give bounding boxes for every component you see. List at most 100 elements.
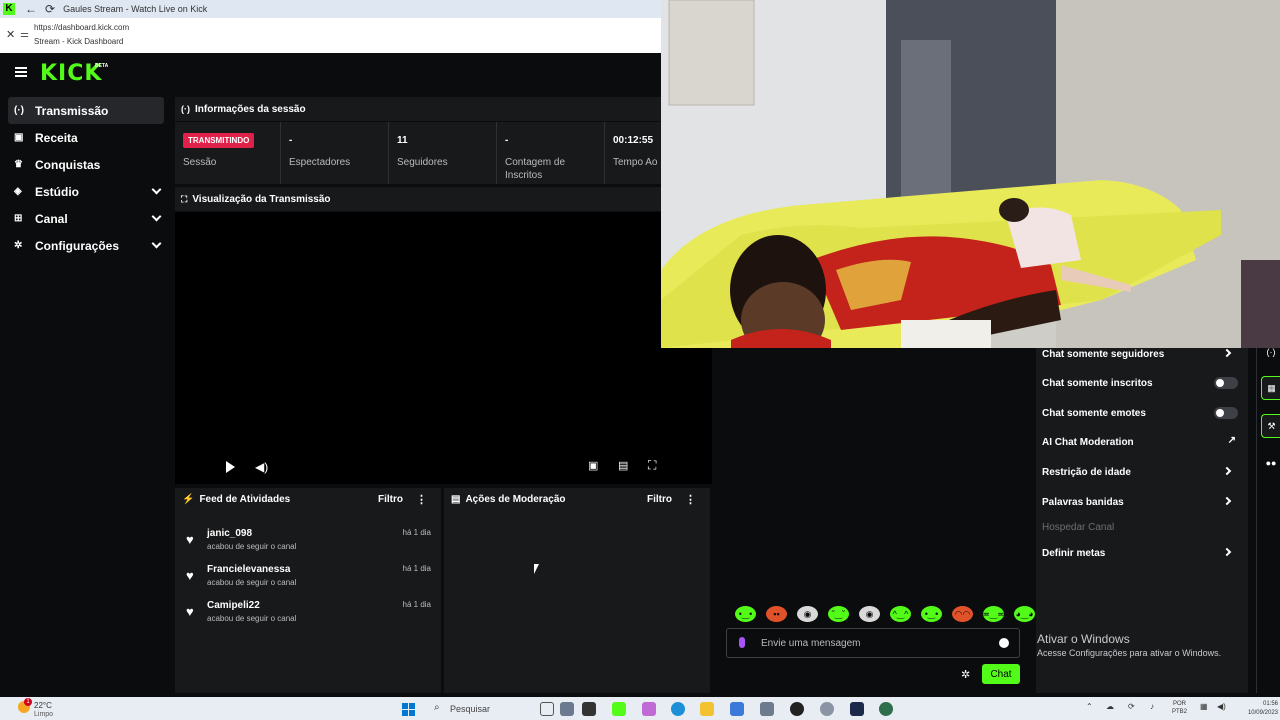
chat-settings-gear-icon[interactable]: ✲ (961, 668, 970, 681)
game-launcher-icon[interactable] (879, 702, 893, 716)
chevron-right-icon[interactable] (1222, 466, 1232, 476)
external-link-icon[interactable]: ↗ (1228, 435, 1236, 446)
filter-button[interactable]: Filtro (378, 494, 403, 505)
session-stats: TRANSMITINDO Sessão - Espectadores 11 Se… (175, 122, 665, 184)
widgets-app-icon[interactable] (560, 702, 574, 716)
setting-emotes-only[interactable]: Chat somente emotes (1042, 402, 1242, 424)
subscribers-only-toggle[interactable] (1214, 377, 1238, 389)
setting-ai-moderation[interactable]: AI Chat Moderation ↗ (1042, 431, 1242, 453)
theater-mode-icon[interactable]: ▤ (618, 459, 628, 472)
chevron-down-icon[interactable] (151, 184, 162, 195)
sidebar: (·) Transmissão ▣ Receita ♛ Conquistas ◈… (0, 97, 172, 259)
edge-browser-icon[interactable] (671, 702, 685, 716)
feed-username[interactable]: janic_098 (207, 528, 252, 539)
tray-sync-icon[interactable]: ⟳ (1128, 702, 1135, 711)
emote-icon[interactable]: ^‿^ (890, 606, 911, 622)
emote-icon[interactable]: ▪▪ (766, 606, 787, 622)
layout-icon[interactable]: ▦ (1261, 376, 1280, 400)
studio-icon: ◈ (14, 186, 22, 197)
game-app-icon[interactable] (850, 702, 864, 716)
users-icon[interactable]: ●● (1261, 451, 1280, 475)
terminal-app-icon[interactable] (582, 702, 596, 716)
emote-icon[interactable]: ˘‿˘ (828, 606, 849, 622)
emote-icon[interactable]: ◠◠ (952, 606, 973, 622)
emote-icon[interactable]: ◕‿◕ (1014, 606, 1035, 622)
sidebar-item-transmissao[interactable]: (·) Transmissão (8, 97, 164, 124)
more-options-icon[interactable]: ⋮ (685, 493, 696, 506)
stat-session: TRANSMITINDO Sessão (175, 122, 281, 184)
microphone-icon[interactable] (739, 637, 745, 648)
store-app-icon[interactable] (730, 702, 744, 716)
chevron-right-icon[interactable] (1222, 348, 1232, 358)
chat-message-input[interactable]: Envie uma mensagem (726, 628, 1020, 658)
filter-button[interactable]: Filtro (647, 494, 672, 505)
mini-player-icon[interactable]: ▣ (588, 459, 598, 472)
emotes-only-toggle[interactable] (1214, 407, 1238, 419)
channel-icon: ⊞ (14, 213, 23, 224)
chevron-right-icon[interactable] (1222, 547, 1232, 557)
stat-label: Seguidores (397, 157, 448, 168)
hamburger-menu-icon[interactable] (15, 67, 27, 77)
obs-app-icon[interactable] (790, 702, 804, 716)
emote-icon[interactable]: ◉ (859, 606, 880, 622)
browser-tab-title: Gaules Stream - Watch Live on Kick (63, 4, 208, 14)
sidebar-item-conquistas[interactable]: ♛ Conquistas (8, 151, 164, 178)
windows-start-icon[interactable] (402, 703, 415, 716)
system-clock[interactable]: 01:56 10/09/2023 (1238, 700, 1278, 718)
setting-banned-words[interactable]: Palavras banidas (1042, 491, 1242, 513)
site-settings-icon[interactable]: ⚌ (20, 29, 29, 40)
sidebar-item-canal[interactable]: ⊞ Canal (8, 205, 164, 232)
activity-feed-title: Feed de Atividades (199, 493, 291, 505)
weather-temperature: 22°C (34, 701, 52, 710)
address-url: https://dashboard.kick.com (34, 23, 130, 32)
play-icon[interactable] (226, 461, 235, 473)
reload-icon[interactable]: ⟳ (45, 2, 55, 16)
chevron-right-icon[interactable] (1222, 496, 1232, 506)
stat-followers: 11 Seguidores (389, 122, 497, 184)
setting-age-restriction[interactable]: Restrição de idade (1042, 461, 1242, 483)
settings-app-icon[interactable] (820, 702, 834, 716)
bolt-icon: ⚡ (182, 493, 195, 505)
feed-username[interactable]: Camipeli22 (207, 600, 260, 611)
activity-feed: ⚡ Feed de Atividades Filtro ⋮ ♥ janic_09… (175, 488, 441, 693)
network-icon[interactable]: ▦ (1200, 702, 1208, 711)
sidebar-item-receita[interactable]: ▣ Receita (8, 124, 164, 151)
wrench-icon[interactable]: ⚒ (1261, 414, 1280, 438)
setting-label: Chat somente seguidores (1042, 348, 1165, 360)
chevron-down-icon[interactable] (151, 211, 162, 222)
language-indicator[interactable]: POR PTB2 (1172, 700, 1187, 716)
send-chat-button[interactable]: Chat (982, 664, 1020, 684)
microphone-tray-icon[interactable]: ♪ (1150, 702, 1154, 711)
task-view-icon[interactable] (540, 702, 554, 716)
kick-logo[interactable]: KICK (40, 61, 102, 86)
stat-value: 11 (397, 135, 408, 146)
close-icon[interactable]: ✕ (6, 28, 15, 41)
emote-icon[interactable]: •‿• (921, 606, 942, 622)
back-arrow-icon[interactable]: ← (25, 2, 37, 16)
taskbar-search[interactable]: ⌕ Pesquisar (432, 701, 532, 717)
setting-set-goals[interactable]: Definir metas (1042, 542, 1242, 564)
sidebar-item-configuracoes[interactable]: ✲ Configurações (8, 232, 164, 259)
emote-icon[interactable]: ◉ (797, 606, 818, 622)
chevron-down-icon[interactable] (151, 238, 162, 249)
more-options-icon[interactable]: ⋮ (416, 493, 427, 506)
sidebar-item-label: Transmissão (35, 103, 109, 118)
fullscreen-icon[interactable]: ⛶ (648, 458, 656, 473)
tray-app-icon[interactable]: ☁ (1106, 702, 1114, 711)
volume-icon[interactable]: ◀) (255, 460, 268, 474)
emoji-icon[interactable] (999, 638, 1009, 648)
copilot-app-icon[interactable] (642, 702, 656, 716)
volume-tray-icon[interactable]: ◀) (1217, 702, 1226, 711)
video-player[interactable]: ◀) ▣ ▤ ⛶ (175, 212, 712, 484)
emote-icon[interactable]: ≖‿≖ (982, 606, 1005, 622)
file-explorer-icon[interactable] (700, 702, 714, 716)
broadcast-icon: (·) (14, 105, 24, 116)
feed-username[interactable]: Francielevanessa (207, 564, 290, 575)
emote-icon[interactable]: •‿• (735, 606, 756, 622)
sidebar-item-estudio[interactable]: ◈ Estúdio (8, 178, 164, 205)
kick-app-icon[interactable] (612, 702, 626, 716)
calculator-app-icon[interactable] (760, 702, 774, 716)
emote-bar: •‿• ▪▪ ◉ ˘‿˘ ◉ ^‿^ •‿• ◠◠ ≖‿≖ ◕‿◕ (735, 606, 1035, 622)
chevron-up-icon[interactable]: ⌃ (1086, 702, 1093, 711)
setting-subscribers-only[interactable]: Chat somente inscritos (1042, 372, 1242, 394)
